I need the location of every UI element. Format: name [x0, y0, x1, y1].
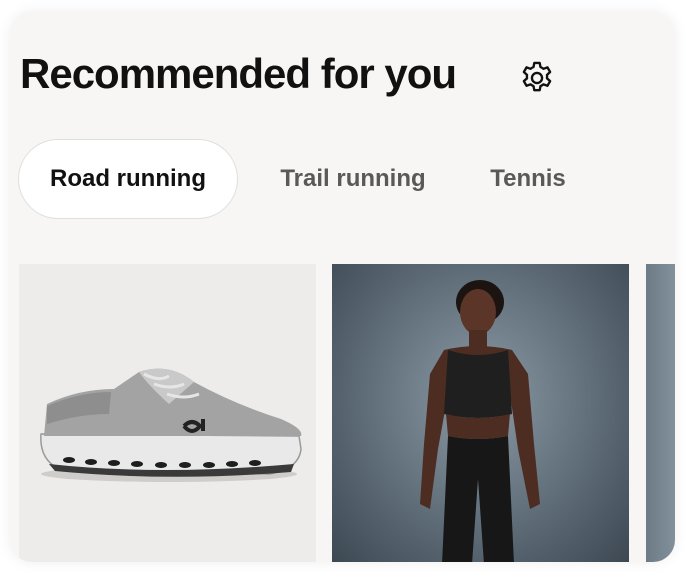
section-title: Recommended for you	[20, 50, 457, 97]
running-shoe-image	[40, 368, 302, 482]
apparel-model-image	[420, 280, 540, 562]
tab-trail-running[interactable]: Trail running	[268, 139, 438, 219]
product-card-partial[interactable]	[646, 264, 675, 562]
recommendations-card: Recommended for you Road running Trail r…	[10, 12, 675, 562]
product-card-running-shoe[interactable]	[19, 264, 316, 562]
gear-icon[interactable]	[518, 59, 556, 97]
product-carousel	[19, 264, 675, 562]
category-tabs: Road running Trail running Tennis	[18, 139, 668, 219]
product-card-apparel[interactable]	[332, 264, 629, 562]
tab-road-running[interactable]: Road running	[18, 139, 238, 219]
tab-tennis[interactable]: Tennis	[473, 139, 583, 219]
